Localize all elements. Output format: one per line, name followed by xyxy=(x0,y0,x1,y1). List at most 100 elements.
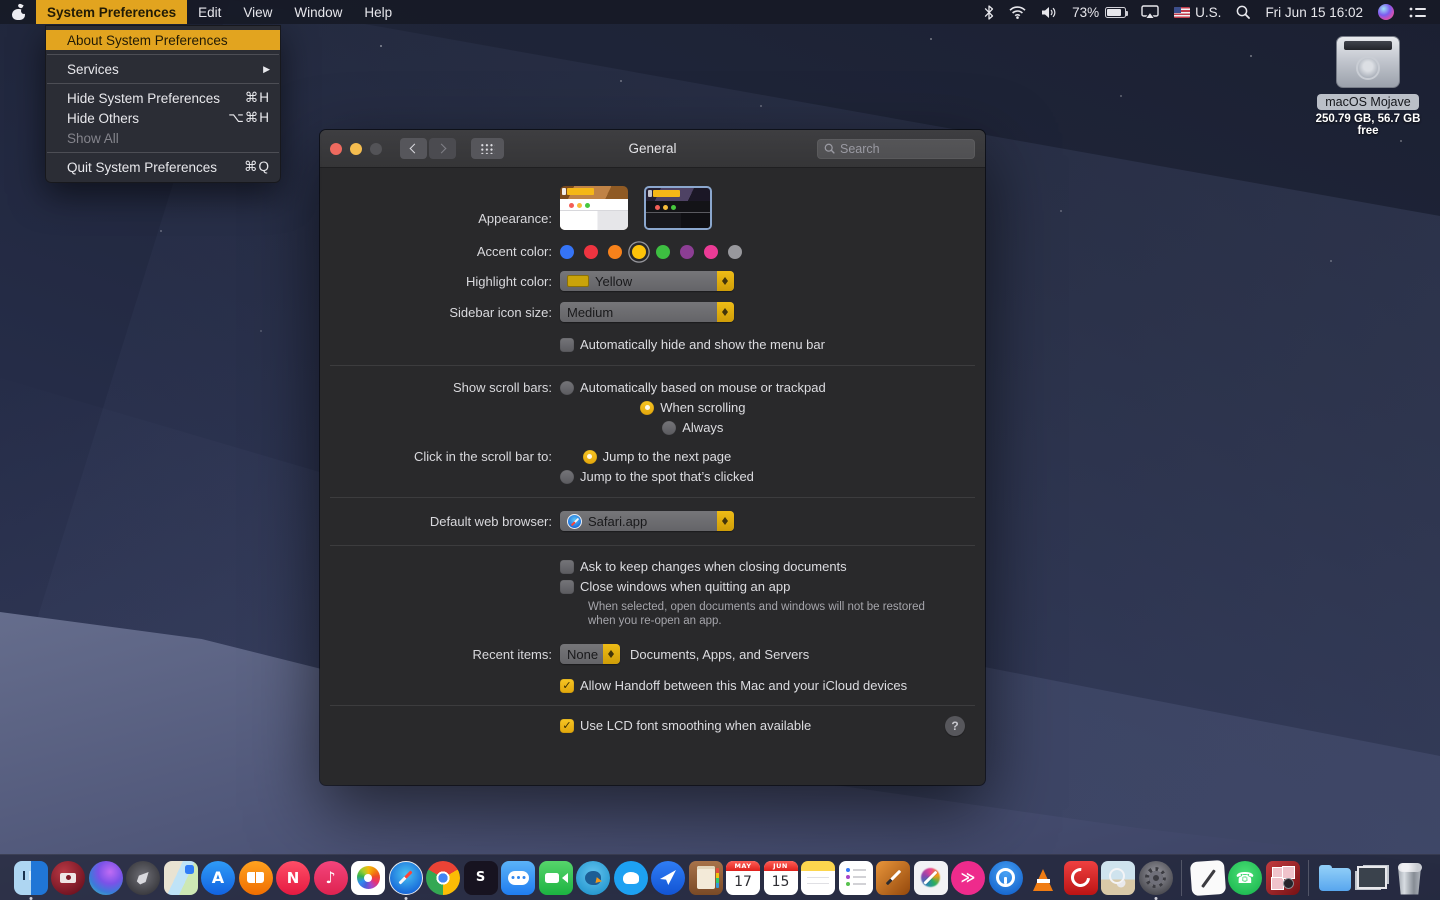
bluetooth-icon[interactable] xyxy=(984,5,994,20)
dock-siri[interactable] xyxy=(89,861,123,895)
lcd-smoothing-checkbox[interactable] xyxy=(560,719,574,733)
accent-swatches xyxy=(560,245,752,259)
back-button[interactable] xyxy=(400,138,427,159)
minimize-button[interactable] xyxy=(350,143,362,155)
close-windows-checkbox[interactable] xyxy=(560,580,574,594)
dock-chrome[interactable] xyxy=(426,861,460,895)
titlebar[interactable]: General xyxy=(320,130,985,168)
accent-color-pink[interactable] xyxy=(704,245,718,259)
dock-contacts[interactable] xyxy=(689,861,723,895)
popup-stepper-icon xyxy=(717,271,734,291)
dock-whatsapp[interactable]: ☎ xyxy=(1228,861,1262,895)
ask-keep-changes-checkbox[interactable] xyxy=(560,560,574,574)
dock-sysprefs[interactable] xyxy=(1139,861,1173,895)
desktop-volume-icon[interactable]: macOS Mojave 250.79 GB, 56.7 GB free xyxy=(1308,36,1428,137)
scrollbars-radio-when-scrolling[interactable] xyxy=(640,401,654,415)
menubar-item-help[interactable]: Help xyxy=(353,0,403,24)
dock-preview[interactable] xyxy=(1101,861,1135,895)
dock-trash[interactable] xyxy=(1393,861,1427,895)
volume-icon[interactable] xyxy=(1041,6,1057,19)
dock-vlc[interactable] xyxy=(1026,861,1060,895)
sidebar-size-popup[interactable]: Medium xyxy=(560,302,734,322)
dock-spark[interactable] xyxy=(651,861,685,895)
accent-color-yellow[interactable] xyxy=(632,245,646,259)
general-pane: Appearance: Accent color: xyxy=(320,186,985,733)
recent-items-popup[interactable]: None xyxy=(560,644,620,664)
input-source-menu[interactable]: U.S. xyxy=(1174,5,1221,20)
accent-color-orange[interactable] xyxy=(608,245,622,259)
dock-stack[interactable] xyxy=(1355,861,1389,895)
apple-menu[interactable] xyxy=(0,0,36,24)
menu-item-quit-system-preferences[interactable]: Quit System Preferences⌘Q xyxy=(46,157,280,177)
accent-color-graphite[interactable] xyxy=(728,245,742,259)
menubar-item-window[interactable]: Window xyxy=(283,0,353,24)
dock-itunes[interactable]: ♪ xyxy=(314,861,348,895)
dock-twitterrific[interactable] xyxy=(576,861,610,895)
zoom-button[interactable] xyxy=(370,143,382,155)
dock-messages[interactable] xyxy=(501,861,535,895)
dock-fantastical[interactable]: MAY17 xyxy=(726,861,760,895)
help-button[interactable]: ? xyxy=(945,716,965,736)
dock-slack[interactable]: S xyxy=(464,861,498,895)
dock-notes[interactable] xyxy=(801,861,835,895)
menu-item-hide-system-preferences[interactable]: Hide System Preferences⌘H xyxy=(46,88,280,108)
dock-reminders[interactable] xyxy=(839,861,873,895)
dock-pixelmatorpro[interactable] xyxy=(914,861,948,895)
dock-camera[interactable] xyxy=(51,861,85,895)
menu-item-hide-others[interactable]: Hide Others⌥⌘H xyxy=(46,108,280,128)
dock-facetime[interactable] xyxy=(539,861,573,895)
dock-launchpad[interactable] xyxy=(126,861,160,895)
dock-books[interactable] xyxy=(239,861,273,895)
dock-arrows[interactable]: ≫ xyxy=(951,861,985,895)
airplay-display-icon[interactable] xyxy=(1141,5,1159,19)
menubar-item-view[interactable]: View xyxy=(232,0,283,24)
dock-twitter[interactable] xyxy=(614,861,648,895)
dock-dropboxfolder[interactable] xyxy=(1318,861,1352,895)
menu-item-about-system-preferences[interactable]: About System Preferences xyxy=(46,30,280,50)
search-input[interactable] xyxy=(840,142,968,156)
dock-finder[interactable] xyxy=(14,861,48,895)
dock-pixelmator[interactable] xyxy=(876,861,910,895)
clickscroll-radio-jump-to-the-spot-that-s-clicked[interactable] xyxy=(560,470,574,484)
dock-maps[interactable] xyxy=(164,861,198,895)
clickscroll-radio-jump-to-the-next-page[interactable] xyxy=(583,450,597,464)
show-all-button[interactable] xyxy=(471,138,504,159)
default-browser-popup[interactable]: Safari.app xyxy=(560,511,734,531)
menubar-clock[interactable]: Fri Jun 15 16:02 xyxy=(1265,5,1363,20)
battery-indicator[interactable]: 73% xyxy=(1072,5,1126,20)
notification-center-icon[interactable] xyxy=(1409,6,1426,19)
clickscroll-option-label: Jump to the next page xyxy=(603,449,732,464)
accent-color-purple[interactable] xyxy=(680,245,694,259)
scrollbars-radio-always[interactable] xyxy=(662,421,676,435)
wifi-icon[interactable] xyxy=(1009,6,1026,19)
dock-safari[interactable] xyxy=(389,861,423,895)
appearance-dark-option-selected[interactable] xyxy=(644,186,712,230)
dock-calendar[interactable]: JUN15 xyxy=(764,861,798,895)
sidebar-size-label: Sidebar icon size: xyxy=(320,305,560,320)
close-button[interactable] xyxy=(330,143,342,155)
accent-color-red[interactable] xyxy=(584,245,598,259)
search-field[interactable] xyxy=(817,139,975,159)
autohide-menubar-checkbox[interactable] xyxy=(560,338,574,352)
dock-bear[interactable] xyxy=(1191,861,1225,895)
spotlight-icon[interactable] xyxy=(1236,5,1250,19)
handoff-checkbox[interactable] xyxy=(560,679,574,693)
appearance-light-option[interactable] xyxy=(560,186,628,230)
forward-button[interactable] xyxy=(429,138,456,159)
accent-color-green[interactable] xyxy=(656,245,670,259)
siri-icon[interactable] xyxy=(1378,4,1394,20)
notes-icon xyxy=(801,861,835,895)
menu-item-services[interactable]: Services▶ xyxy=(46,59,280,79)
dock-photos[interactable] xyxy=(351,861,385,895)
scrollbars-radio-automatically-based-on-mouse-or-trackpad[interactable] xyxy=(560,381,574,395)
dock-pdfexpert[interactable] xyxy=(1064,861,1098,895)
highlight-color-popup[interactable]: Yellow xyxy=(560,271,734,291)
menubar-item-edit[interactable]: Edit xyxy=(187,0,232,24)
dock-photobooth[interactable] xyxy=(1266,861,1300,895)
menubar-item-system-preferences[interactable]: System Preferences xyxy=(36,0,187,24)
dock-onepassword[interactable] xyxy=(989,861,1023,895)
dock-news[interactable]: N xyxy=(276,861,310,895)
restore-note: When selected, open documents and window… xyxy=(588,600,944,628)
accent-color-blue[interactable] xyxy=(560,245,574,259)
dock-appstore[interactable]: A xyxy=(201,861,235,895)
